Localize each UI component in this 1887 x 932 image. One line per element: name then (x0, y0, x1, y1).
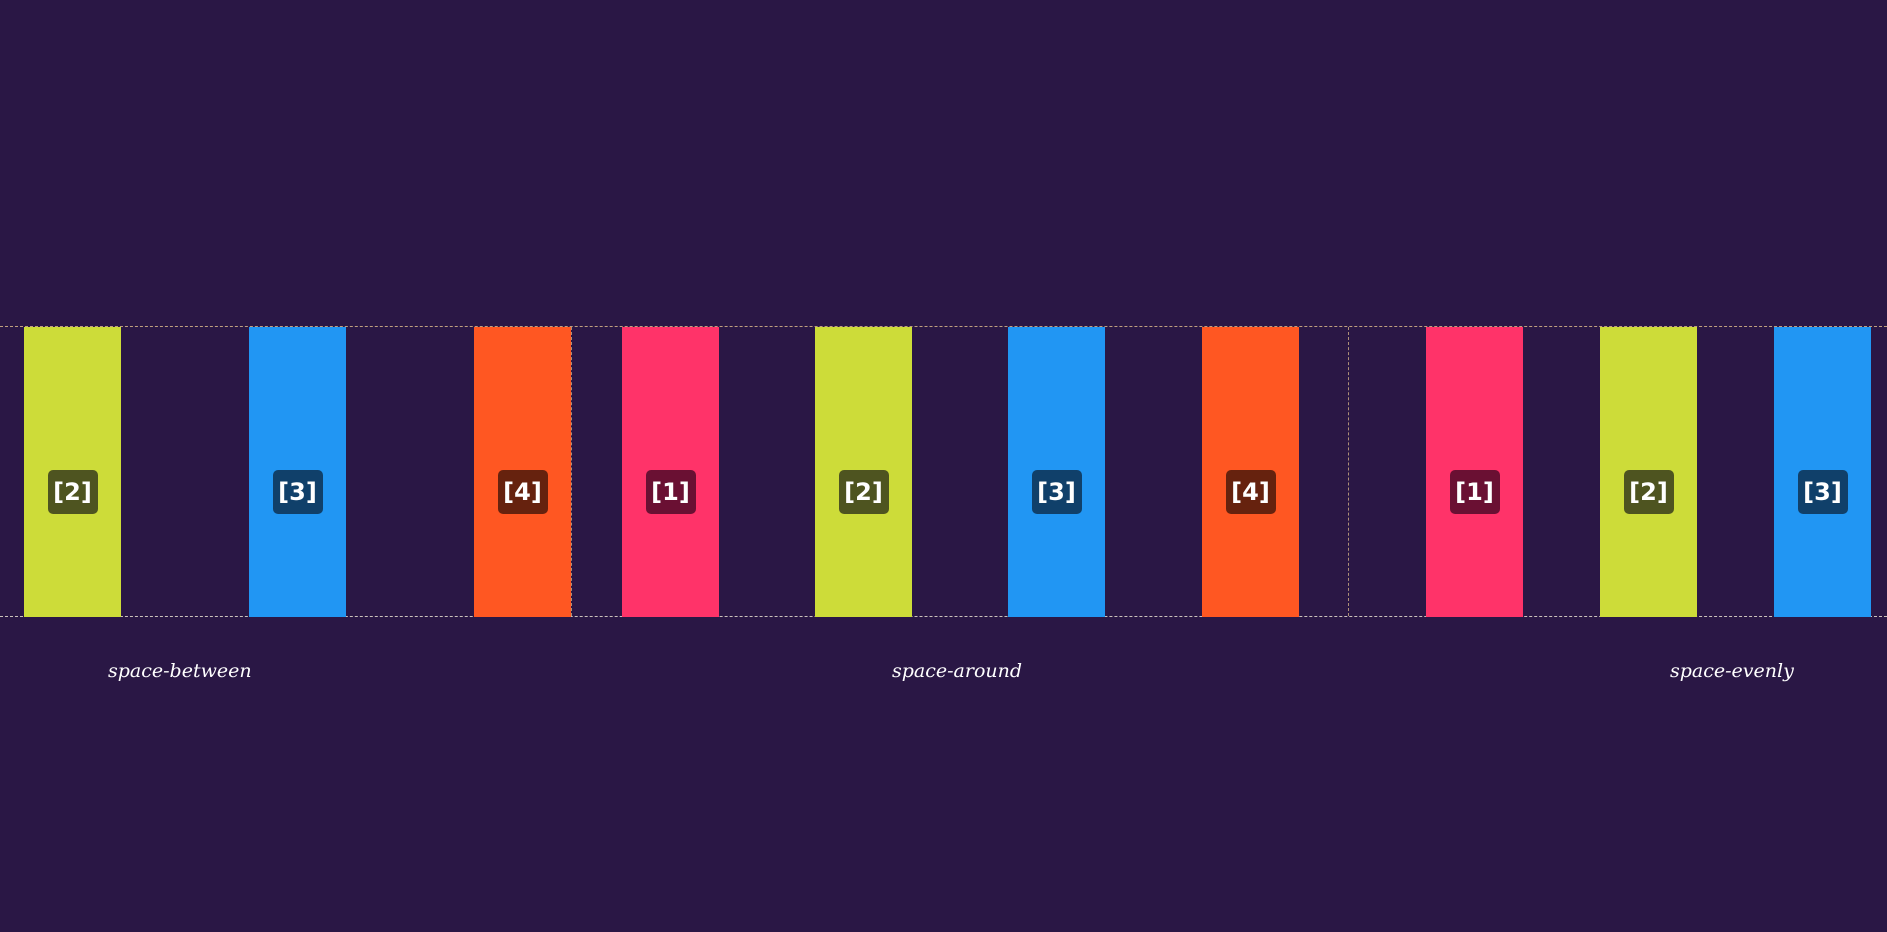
caption-space-evenly: space-evenly (1670, 660, 1794, 682)
flex-item-bar: [4] (474, 327, 571, 617)
item-number-badge: [4] (497, 470, 548, 514)
flex-item-bar: [1] (622, 327, 719, 617)
item-number-badge: [1] (645, 470, 696, 514)
item-number-badge: [2] (47, 470, 98, 514)
item-number-badge: [3] (1797, 470, 1848, 514)
flex-item-bar: [2] (24, 327, 121, 617)
flex-item-bar: [2] (815, 327, 912, 617)
item-number-badge: [4] (1225, 470, 1276, 514)
item-number-badge: [2] (838, 470, 889, 514)
item-number-badge: [1] (1449, 470, 1500, 514)
item-number-badge: [2] (1623, 470, 1674, 514)
flex-item-bar: [1] (1426, 327, 1523, 617)
flex-item-bar: [3] (249, 327, 346, 617)
flex-item-bar: [3] (1774, 327, 1871, 617)
flex-item-bar: [2] (1600, 327, 1697, 617)
group-divider-1 (571, 327, 572, 616)
flex-justify-diagram: [2] [3] [4] [1] [2] [3] [4] [1] [2] [3] … (0, 0, 1887, 932)
flex-item-bar: [3] (1008, 327, 1105, 617)
item-number-badge: [3] (272, 470, 323, 514)
caption-space-around: space-around (892, 660, 1023, 682)
item-number-badge: [3] (1031, 470, 1082, 514)
flex-item-bar: [4] (1202, 327, 1299, 617)
caption-space-between: space-between (108, 660, 252, 682)
group-divider-2 (1348, 327, 1349, 616)
